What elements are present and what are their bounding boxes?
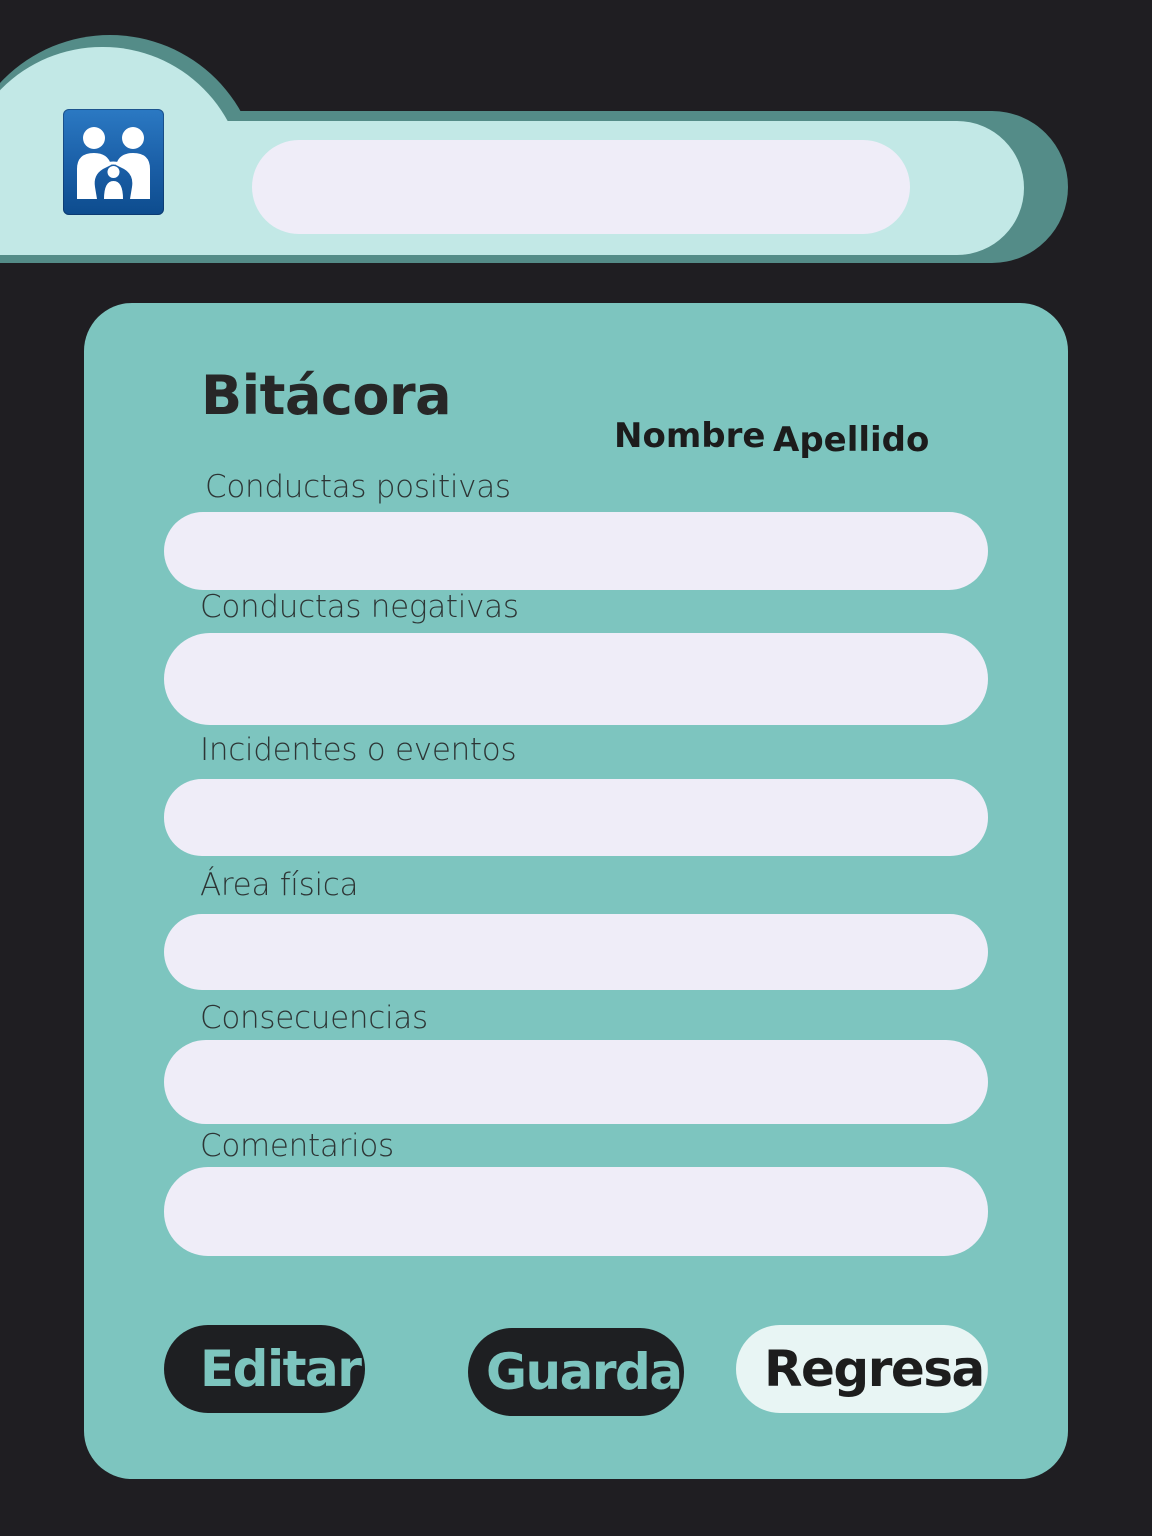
consequences-label: Consecuencias [200,1000,428,1036]
back-button[interactable]: Regresar [736,1325,988,1413]
bitacora-card: Bitácora Nombre Apellido Conductas posit… [84,303,1068,1479]
page-title: Bitácora [201,364,452,427]
student-last-name: Apellido [773,420,930,460]
header-search-input[interactable] [252,140,910,234]
student-first-name: Nombre [614,416,766,456]
positive-behaviors-input[interactable] [164,512,988,590]
incidents-input[interactable] [164,779,988,856]
family-logo-icon[interactable] [63,109,164,215]
physical-area-input[interactable] [164,914,988,990]
comments-label: Comentarios [200,1128,394,1164]
consequences-input[interactable] [164,1040,988,1124]
physical-area-label: Área física [200,867,359,903]
comments-input[interactable] [164,1167,988,1256]
negative-behaviors-input[interactable] [164,633,988,725]
incidents-label: Incidentes o eventos [200,732,517,768]
save-button[interactable]: Guardar [468,1328,684,1416]
negative-behaviors-label: Conductas negativas [200,589,519,625]
family-logo-graphic [77,127,150,199]
edit-button[interactable]: Editar [164,1325,365,1413]
positive-behaviors-label: Conductas positivas [205,469,511,505]
